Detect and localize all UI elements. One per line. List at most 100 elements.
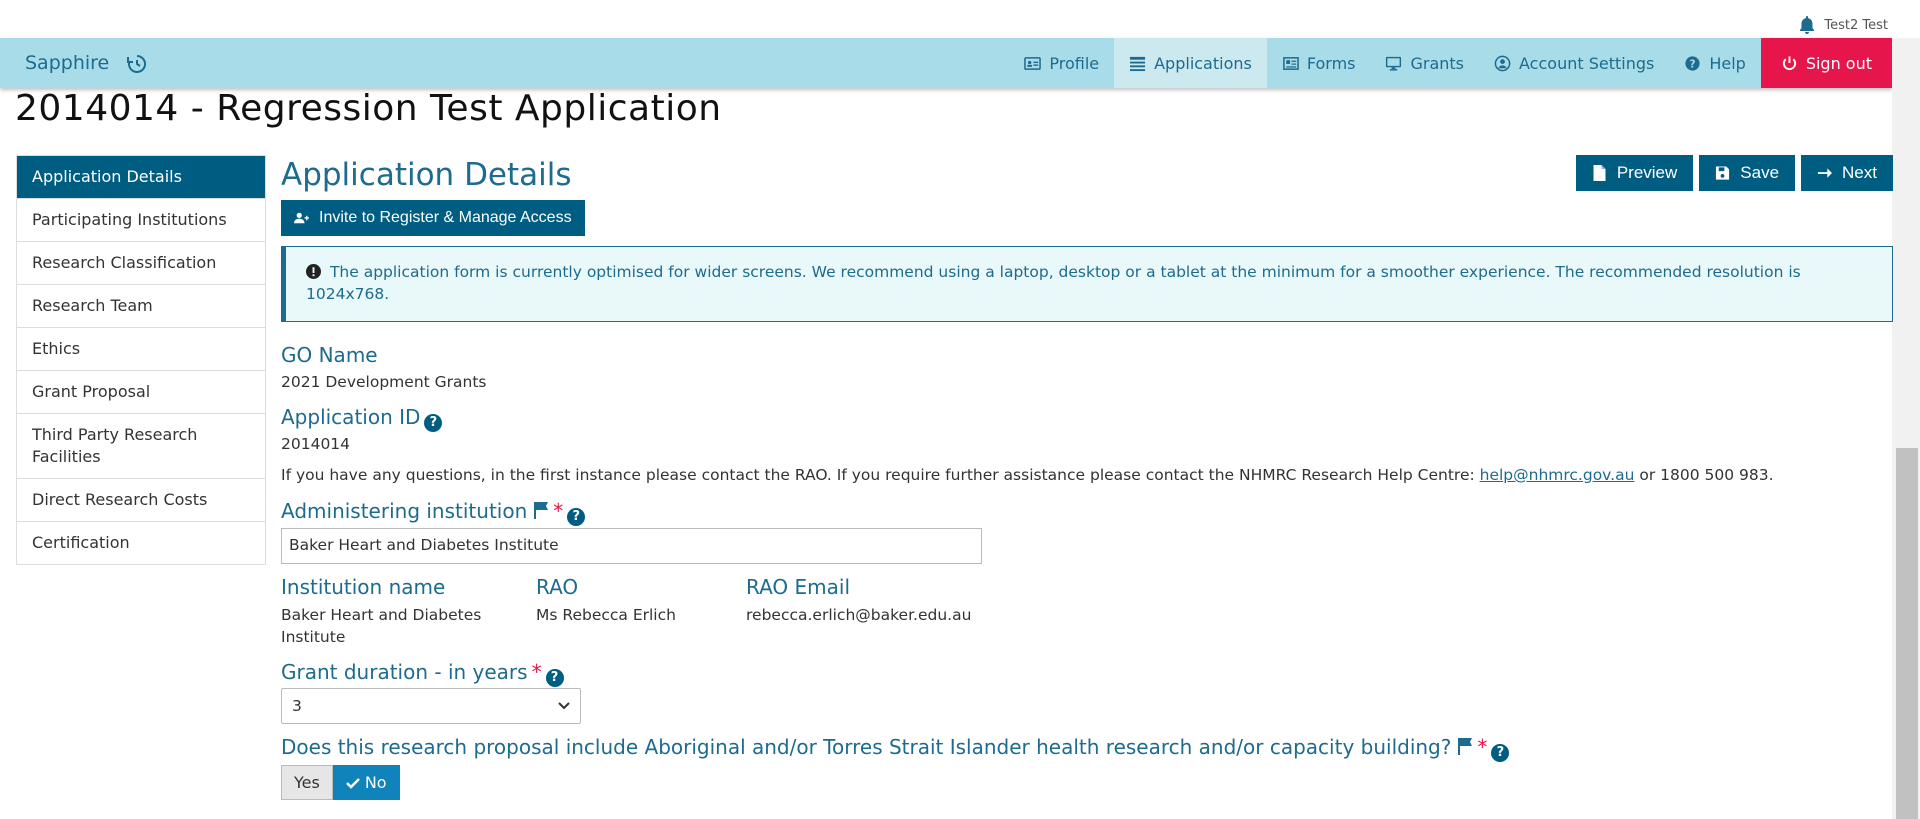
invite-button-label: Invite to Register & Manage Access [319,209,572,226]
section-sidebar: Application Details Participating Instit… [16,155,266,565]
sidebar-item-participating-institutions[interactable]: Participating Institutions [17,199,265,242]
nav-links: Profile Applications Forms Grants Accoun… [1009,38,1892,88]
floppy-disk-icon [1716,166,1730,180]
power-icon [1782,55,1796,70]
nav-help[interactable]: ? Help [1669,38,1760,88]
user-name: Test2 Test [1824,17,1888,33]
grant-duration-label-row: Grant duration - in years *? [281,660,564,687]
svg-text:?: ? [1690,58,1696,70]
desktop-icon [1386,56,1402,71]
next-button[interactable]: Next [1801,155,1893,191]
arrow-right-icon [1817,168,1833,178]
sidebar-item-research-classification[interactable]: Research Classification [17,242,265,285]
nav-profile[interactable]: Profile [1009,38,1114,88]
nav-sign-out-label: Sign out [1805,53,1872,73]
nav-help-label: Help [1709,53,1746,73]
preview-button-label: Preview [1616,163,1678,182]
newspaper-icon [1282,56,1299,70]
nav-account-settings-label: Account Settings [1519,53,1655,73]
grant-duration-select[interactable]: 3 [281,688,581,724]
nav-profile-label: Profile [1049,53,1100,73]
help-question-icon[interactable]: ? [424,414,443,432]
nav-applications-label: Applications [1154,53,1252,73]
rao-label: RAO [536,575,579,599]
sidebar-item-third-party-research-facilities[interactable]: Third Party Research Facilities [17,414,265,479]
nav-grants-label: Grants [1410,53,1465,73]
history-icon[interactable] [127,54,147,74]
sidebar-item-application-details[interactable]: Application Details [17,156,265,199]
sidebar-item-certification[interactable]: Certification [17,522,265,564]
next-button-label: Next [1842,163,1877,182]
id-card-icon [1024,56,1042,70]
help-question-icon[interactable]: ? [545,669,564,687]
nav-account-settings[interactable]: Account Settings [1479,38,1669,88]
rao-value: Ms Rebecca Erlich [536,606,676,624]
go-name-value: 2021 Development Grants [281,373,487,391]
info-alert: The application form is currently optimi… [281,246,1893,322]
exclamation-circle-icon [306,264,321,279]
preview-button[interactable]: Preview [1575,155,1694,191]
sidebar-item-direct-research-costs[interactable]: Direct Research Costs [17,479,265,522]
sidebar-item-research-team[interactable]: Research Team [17,285,265,328]
list-icon [1130,56,1146,71]
page-title: 2014014 - Regression Test Application [15,88,722,129]
no-label: No [364,773,387,792]
file-icon [1593,165,1606,181]
help-email-link[interactable]: help@nhmrc.gov.au [1480,466,1635,484]
application-id-label: Application ID [281,405,421,429]
nav-grants[interactable]: Grants [1370,38,1479,88]
no-toggle-button[interactable]: No [332,765,400,800]
grant-duration-label: Grant duration - in years [281,660,528,684]
chevron-down-icon [558,702,570,710]
administering-institution-label-row: Administering institution *? [281,499,586,526]
administering-institution-label: Administering institution [281,499,528,523]
page-scrollbar[interactable] [1892,38,1920,819]
scrollbar-thumb[interactable] [1896,448,1918,819]
alert-text: The application form is currently optimi… [306,263,1801,303]
help-question-icon[interactable]: ? [1491,744,1510,762]
contact-text-before: If you have any questions, in the first … [281,466,1480,484]
question-circle-icon: ? [1685,55,1700,71]
application-id-value: 2014014 [281,435,351,453]
flag-icon [1458,738,1473,755]
administering-institution-input[interactable]: Baker Heart and Diabetes Institute [281,528,982,564]
nav-forms[interactable]: Forms [1267,38,1371,88]
save-button[interactable]: Save [1699,155,1796,191]
bell-icon[interactable] [1798,15,1816,35]
required-asterisk: * [1477,735,1488,759]
save-button-label: Save [1740,163,1780,182]
sidebar-item-grant-proposal[interactable]: Grant Proposal [17,371,265,414]
sidebar-item-ethics[interactable]: Ethics [17,328,265,371]
user-menu[interactable]: Test2 Test [1798,15,1888,35]
user-plus-icon [294,212,309,224]
yes-label: Yes [294,773,320,792]
top-strip: Test2 Test [0,0,1920,38]
go-name-label: GO Name [281,343,378,367]
application-id-label-row: Application ID? [281,405,443,432]
flag-icon [534,502,549,519]
aboriginal-question-label-row: Does this research proposal include Abor… [281,735,1510,762]
check-icon [345,777,360,789]
contact-text: If you have any questions, in the first … [281,466,1774,484]
main-navbar: Sapphire Profile Applications Forms Gran… [0,38,1892,88]
user-circle-icon [1494,55,1511,71]
aboriginal-question-label: Does this research proposal include Abor… [281,735,1452,759]
grant-duration-value: 3 [292,697,302,715]
rao-email-value: rebecca.erlich@baker.edu.au [746,606,972,624]
action-buttons: Preview Save Next [1575,155,1893,191]
nav-sign-out[interactable]: Sign out [1760,38,1892,88]
section-heading: Application Details [281,157,572,193]
nav-forms-label: Forms [1306,53,1356,73]
institution-name-value: Baker Heart and Diabetes Institute [281,606,482,646]
help-question-icon[interactable]: ? [567,508,586,526]
required-asterisk: * [553,499,564,523]
institution-name-label: Institution name [281,575,446,599]
invite-manage-access-button[interactable]: Invite to Register & Manage Access [281,200,585,236]
yes-toggle-button[interactable]: Yes [281,765,333,800]
brand-logo[interactable]: Sapphire [25,52,109,74]
required-asterisk: * [531,660,542,684]
aboriginal-yes-no-toggle: Yes No [281,765,400,800]
nav-applications[interactable]: Applications [1114,38,1267,88]
rao-email-label: RAO Email [746,575,851,599]
contact-text-after: or 1800 500 983. [1634,466,1774,484]
